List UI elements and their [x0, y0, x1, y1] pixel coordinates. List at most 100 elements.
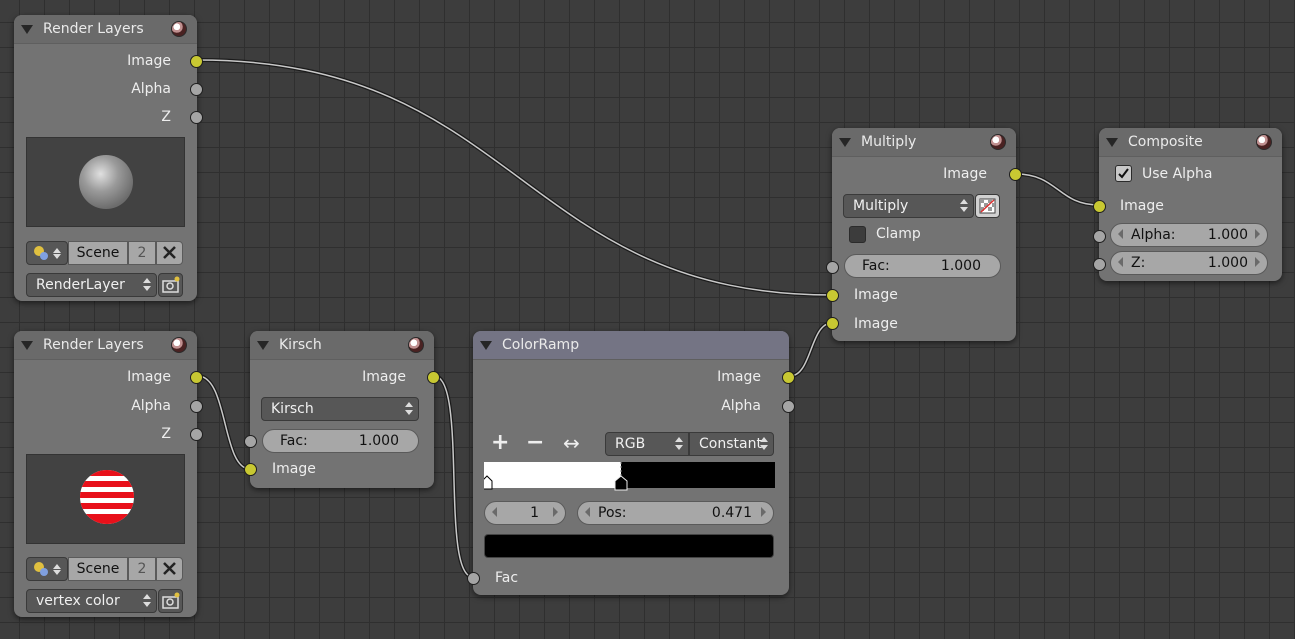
node-title: ColorRamp	[502, 337, 580, 353]
increment-arrow-icon[interactable]	[1255, 257, 1260, 267]
input-fac-socket[interactable]	[244, 435, 257, 448]
scene-icon	[34, 246, 61, 260]
render-preview	[26, 137, 185, 227]
remove-stop-button[interactable]: −	[526, 431, 544, 455]
output-image-socket[interactable]	[782, 371, 795, 384]
input-image-2-socket[interactable]	[826, 317, 839, 330]
filter-type-select[interactable]: Kirsch	[261, 397, 419, 421]
node-preview-toggle-icon[interactable]	[990, 134, 1006, 150]
render-layer-camera-button[interactable]	[158, 589, 183, 613]
increment-arrow-icon[interactable]	[1255, 229, 1260, 239]
collapse-triangle-icon[interactable]	[21, 24, 33, 34]
alpha-label: Alpha:	[1131, 227, 1176, 243]
output-image-socket[interactable]	[190, 55, 203, 68]
input-fac-socket[interactable]	[826, 261, 839, 274]
node-preview-toggle-icon[interactable]	[1256, 134, 1272, 150]
clamp-checkbox[interactable]	[849, 226, 866, 243]
output-image-socket[interactable]	[190, 371, 203, 384]
sphere-preview-image	[79, 155, 133, 209]
render-layer-select[interactable]: RenderLayer	[26, 273, 157, 297]
collapse-triangle-icon[interactable]	[480, 340, 492, 350]
decrement-arrow-icon[interactable]	[492, 507, 497, 517]
increment-arrow-icon[interactable]	[761, 507, 766, 517]
scene-browse-button[interactable]	[26, 241, 68, 265]
collapse-triangle-icon[interactable]	[1106, 137, 1118, 147]
render-layers-node-1[interactable]: Render Layers Image Alpha Z Scene 2 Rend…	[14, 15, 203, 301]
camera-icon	[162, 276, 180, 293]
z-slider[interactable]: Z: 1.000	[1110, 251, 1268, 275]
node-header[interactable]: Render Layers	[14, 15, 197, 44]
position-label: Pos:	[598, 505, 627, 521]
kirsch-node[interactable]: Kirsch Image Kirsch Fac: 1.000 Image	[244, 331, 440, 488]
colorramp-node[interactable]: ColorRamp Image Alpha + − ↔ RGB Constant…	[467, 331, 795, 595]
node-header[interactable]: Composite	[1099, 128, 1282, 157]
flip-ramp-button[interactable]: ↔	[563, 431, 580, 455]
fac-slider[interactable]: Fac: 1.000	[262, 429, 419, 453]
node-header[interactable]: Kirsch	[250, 331, 434, 360]
active-stop-index-field[interactable]: 1	[484, 501, 566, 525]
increment-arrow-icon[interactable]	[553, 507, 558, 517]
render-layer-camera-button[interactable]	[158, 273, 183, 297]
input-fac-socket[interactable]	[467, 572, 480, 585]
input-image-socket[interactable]	[1093, 200, 1106, 213]
decrement-arrow-icon[interactable]	[585, 507, 590, 517]
composite-node[interactable]: Composite Use Alpha Image Alpha: 1.000 Z…	[1093, 128, 1282, 281]
output-image-label: Image	[127, 369, 171, 385]
scene-browse-button[interactable]	[26, 557, 68, 581]
ramp-stop-1-active[interactable]	[614, 475, 628, 491]
updown-arrows-icon	[143, 277, 151, 293]
scene-users-count[interactable]: 2	[128, 241, 156, 265]
output-z-socket[interactable]	[190, 111, 203, 124]
input-alpha-socket[interactable]	[1093, 230, 1106, 243]
multiply-node[interactable]: Multiply Image Multiply Clamp Fac: 1.000…	[826, 128, 1022, 341]
scene-users-count[interactable]: 2	[128, 557, 156, 581]
z-value: 1.000	[1207, 255, 1248, 271]
decrement-arrow-icon[interactable]	[1118, 229, 1123, 239]
fac-value: 1.000	[940, 258, 981, 274]
node-preview-toggle-icon[interactable]	[171, 21, 187, 37]
output-z-socket[interactable]	[190, 428, 203, 441]
output-alpha-socket[interactable]	[190, 83, 203, 96]
stop-color-swatch[interactable]	[484, 534, 774, 558]
interpolation-select[interactable]: Constant	[689, 432, 774, 456]
z-label: Z:	[1131, 255, 1146, 271]
output-image-socket[interactable]	[1009, 168, 1022, 181]
output-image-socket[interactable]	[427, 371, 440, 384]
add-stop-button[interactable]: +	[491, 431, 509, 455]
input-image-1-socket[interactable]	[826, 289, 839, 302]
output-alpha-label: Alpha	[131, 398, 171, 414]
stop-position-slider[interactable]: Pos: 0.471	[577, 501, 774, 525]
color-mode-select[interactable]: RGB	[605, 432, 689, 456]
node-header[interactable]: ColorRamp	[473, 331, 789, 360]
fac-slider[interactable]: Fac: 1.000	[844, 254, 1001, 278]
collapse-triangle-icon[interactable]	[257, 340, 269, 350]
scene-unlink-button[interactable]	[156, 241, 183, 265]
use-alpha-label: Use Alpha	[1142, 166, 1213, 182]
link-multiply-to-composite	[1014, 172, 1101, 207]
input-z-socket[interactable]	[1093, 258, 1106, 271]
node-preview-toggle-icon[interactable]	[408, 337, 424, 353]
output-alpha-socket[interactable]	[190, 400, 203, 413]
node-preview-toggle-icon[interactable]	[171, 337, 187, 353]
collapse-triangle-icon[interactable]	[839, 137, 851, 147]
node-header[interactable]: Render Layers	[14, 331, 197, 360]
ramp-stop-0[interactable]	[484, 475, 493, 490]
scene-unlink-button[interactable]	[156, 557, 183, 581]
scene-name-field[interactable]: Scene	[68, 557, 128, 581]
blend-mode-select[interactable]: Multiply	[843, 194, 974, 218]
updown-arrows-icon	[675, 436, 683, 452]
use-alpha-toggle-button[interactable]	[975, 194, 1000, 218]
color-ramp-gradient[interactable]	[484, 462, 775, 491]
render-layer-select[interactable]: vertex color	[26, 589, 157, 613]
decrement-arrow-icon[interactable]	[1118, 257, 1123, 267]
collapse-triangle-icon[interactable]	[21, 340, 33, 350]
input-image-socket[interactable]	[244, 463, 257, 476]
alpha-slider[interactable]: Alpha: 1.000	[1110, 223, 1268, 247]
render-layers-node-2[interactable]: Render Layers Image Alpha Z Scene 2 vert…	[14, 331, 203, 617]
use-alpha-checkbox[interactable]	[1115, 165, 1132, 182]
fac-value: 1.000	[358, 433, 399, 449]
node-header[interactable]: Multiply	[832, 128, 1016, 157]
scene-name-field[interactable]: Scene	[68, 241, 128, 265]
blend-mode-value: Multiply	[853, 198, 909, 214]
output-alpha-socket[interactable]	[782, 400, 795, 413]
